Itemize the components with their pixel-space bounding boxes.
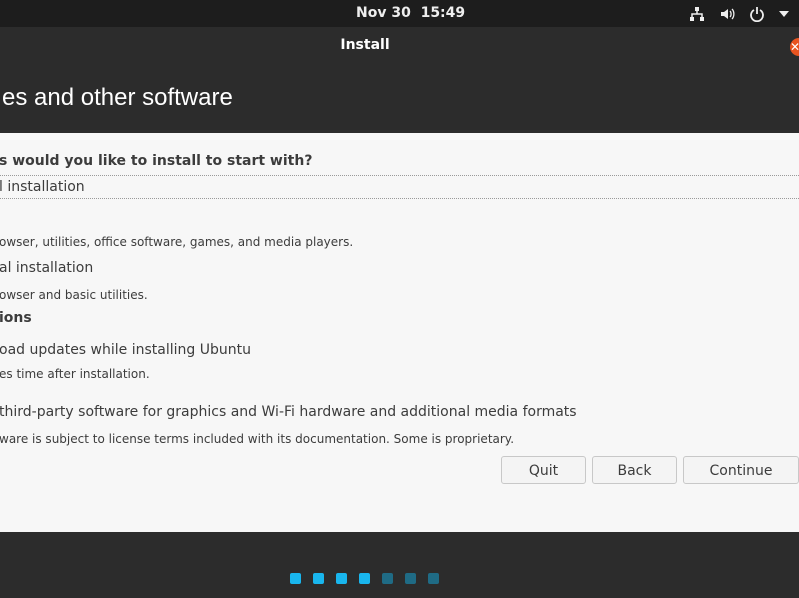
clock-date: Nov 30 xyxy=(356,5,411,21)
checkbox-third-party-software[interactable]: third-party software for graphics and Wi… xyxy=(0,404,577,420)
option-normal-installation[interactable]: l installation xyxy=(0,179,85,195)
back-button[interactable]: Back xyxy=(592,456,677,484)
progress-dots xyxy=(290,573,439,584)
progress-dot xyxy=(382,573,393,584)
download-updates-description: es time after installation. xyxy=(0,367,150,381)
close-icon[interactable]: ✕ xyxy=(790,38,799,56)
progress-dot xyxy=(428,573,439,584)
progress-dot xyxy=(336,573,347,584)
chevron-down-icon[interactable] xyxy=(779,9,789,19)
window-titlebar[interactable]: Install ✕ xyxy=(0,27,799,64)
footer xyxy=(0,532,799,598)
top-panel: Nov 30 15:49 xyxy=(0,0,799,27)
progress-dot xyxy=(405,573,416,584)
continue-button[interactable]: Continue xyxy=(683,456,799,484)
volume-icon[interactable] xyxy=(719,6,735,22)
system-tray[interactable] xyxy=(689,4,789,24)
other-options-heading: ions xyxy=(0,310,32,326)
option-minimal-description: owser and basic utilities. xyxy=(0,288,148,302)
checkbox-download-updates[interactable]: oad updates while installing Ubuntu xyxy=(0,342,251,358)
option-normal-description: owser, utilities, office software, games… xyxy=(0,235,354,249)
window-title: Install xyxy=(340,37,390,53)
power-icon[interactable] xyxy=(749,6,765,22)
progress-dot xyxy=(290,573,301,584)
progress-dot xyxy=(359,573,370,584)
content-panel: s would you like to install to start wit… xyxy=(0,133,799,532)
page-heading: es and other software xyxy=(2,84,233,111)
third-party-description: ware is subject to license terms include… xyxy=(0,432,515,446)
progress-dot xyxy=(313,573,324,584)
question-label: s would you like to install to start wit… xyxy=(0,153,313,169)
heading-area: es and other software xyxy=(0,64,799,133)
installer-window: Install ✕ es and other software s would … xyxy=(0,27,799,598)
option-focus-outline xyxy=(0,175,799,199)
option-minimal-installation[interactable]: al installation xyxy=(0,260,93,276)
network-icon[interactable] xyxy=(689,6,705,22)
clock[interactable]: Nov 30 15:49 xyxy=(356,5,465,21)
quit-button[interactable]: Quit xyxy=(501,456,586,484)
clock-time: 15:49 xyxy=(420,5,466,21)
